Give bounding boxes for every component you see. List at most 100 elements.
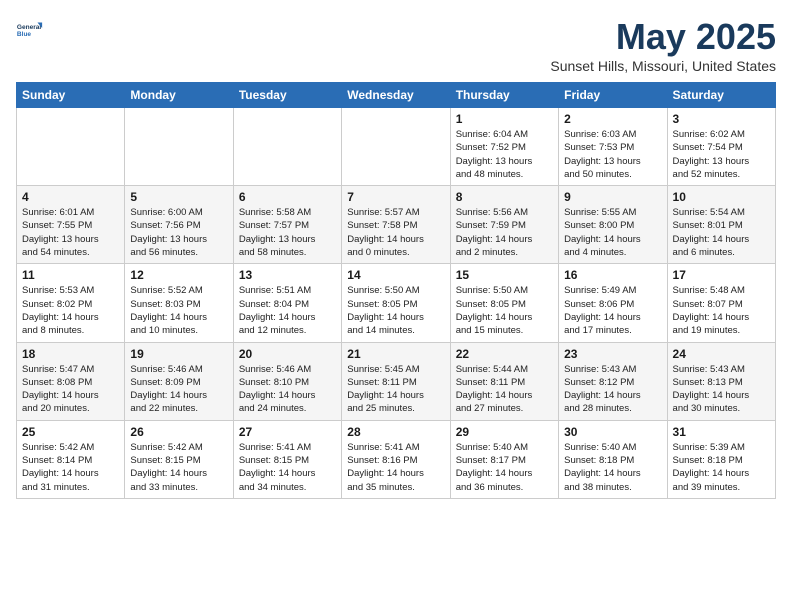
calendar-cell: 22 Sunrise: 5:44 AM Sunset: 8:11 PM Dayli…: [450, 342, 558, 420]
calendar-cell: 23 Sunrise: 5:43 AM Sunset: 8:12 PM Dayli…: [559, 342, 667, 420]
day-number: 14: [347, 268, 444, 282]
day-number: 4: [22, 190, 119, 204]
calendar-cell: [233, 108, 341, 186]
calendar-cell: 4 Sunrise: 6:01 AM Sunset: 7:55 PM Daylig…: [17, 186, 125, 264]
day-number: 19: [130, 347, 227, 361]
day-info: Sunrise: 6:02 AM Sunset: 7:54 PM Dayligh…: [673, 128, 770, 181]
calendar-cell: 27 Sunrise: 5:41 AM Sunset: 8:15 PM Dayli…: [233, 420, 341, 498]
day-info: Sunrise: 5:49 AM Sunset: 8:06 PM Dayligh…: [564, 284, 661, 337]
day-info: Sunrise: 5:40 AM Sunset: 8:17 PM Dayligh…: [456, 441, 553, 494]
calendar-cell: 26 Sunrise: 5:42 AM Sunset: 8:15 PM Dayli…: [125, 420, 233, 498]
day-info: Sunrise: 6:01 AM Sunset: 7:55 PM Dayligh…: [22, 206, 119, 259]
calendar-table: SundayMondayTuesdayWednesdayThursdayFrid…: [16, 82, 776, 499]
day-number: 24: [673, 347, 770, 361]
day-info: Sunrise: 5:57 AM Sunset: 7:58 PM Dayligh…: [347, 206, 444, 259]
calendar-cell: 8Sunrise: 5:56 AM Sunset: 7:59 PM Daylig…: [450, 186, 558, 264]
day-number: 2: [564, 112, 661, 126]
calendar-cell: 2 Sunrise: 6:03 AM Sunset: 7:53 PM Daylig…: [559, 108, 667, 186]
calendar-cell: 30 Sunrise: 5:40 AM Sunset: 8:18 PM Dayli…: [559, 420, 667, 498]
day-number: 7: [347, 190, 444, 204]
day-number: 15: [456, 268, 553, 282]
day-info: Sunrise: 5:54 AM Sunset: 8:01 PM Dayligh…: [673, 206, 770, 259]
calendar-cell: 21 Sunrise: 5:45 AM Sunset: 8:11 PM Dayli…: [342, 342, 450, 420]
day-number: 16: [564, 268, 661, 282]
day-header: Thursday: [450, 83, 558, 108]
day-info: Sunrise: 5:44 AM Sunset: 8:11 PM Dayligh…: [456, 363, 553, 416]
day-number: 18: [22, 347, 119, 361]
day-info: Sunrise: 5:50 AM Sunset: 8:05 PM Dayligh…: [347, 284, 444, 337]
calendar-cell: 6Sunrise: 5:58 AM Sunset: 7:57 PM Daylig…: [233, 186, 341, 264]
calendar-cell: [125, 108, 233, 186]
day-info: Sunrise: 5:42 AM Sunset: 8:15 PM Dayligh…: [130, 441, 227, 494]
day-info: Sunrise: 5:56 AM Sunset: 7:59 PM Dayligh…: [456, 206, 553, 259]
day-number: 21: [347, 347, 444, 361]
day-header: Monday: [125, 83, 233, 108]
day-number: 12: [130, 268, 227, 282]
day-number: 10: [673, 190, 770, 204]
day-info: Sunrise: 5:58 AM Sunset: 7:57 PM Dayligh…: [239, 206, 336, 259]
day-number: 25: [22, 425, 119, 439]
calendar-cell: 17Sunrise: 5:48 AM Sunset: 8:07 PM Dayli…: [667, 264, 775, 342]
calendar-cell: 16 Sunrise: 5:49 AM Sunset: 8:06 PM Dayli…: [559, 264, 667, 342]
title-area: May 2025 Sunset Hills, Missouri, United …: [550, 16, 776, 74]
calendar-cell: 10 Sunrise: 5:54 AM Sunset: 8:01 PM Dayli…: [667, 186, 775, 264]
day-info: Sunrise: 5:39 AM Sunset: 8:18 PM Dayligh…: [673, 441, 770, 494]
day-number: 31: [673, 425, 770, 439]
day-info: Sunrise: 6:04 AM Sunset: 7:52 PM Dayligh…: [456, 128, 553, 181]
logo: GeneralBlue General Blue: [16, 16, 44, 44]
day-number: 11: [22, 268, 119, 282]
day-number: 5: [130, 190, 227, 204]
day-info: Sunrise: 5:46 AM Sunset: 8:10 PM Dayligh…: [239, 363, 336, 416]
day-header: Tuesday: [233, 83, 341, 108]
day-number: 27: [239, 425, 336, 439]
day-number: 28: [347, 425, 444, 439]
day-number: 1: [456, 112, 553, 126]
day-number: 22: [456, 347, 553, 361]
day-number: 29: [456, 425, 553, 439]
calendar-cell: 5 Sunrise: 6:00 AM Sunset: 7:56 PM Daylig…: [125, 186, 233, 264]
header: GeneralBlue General Blue May 2025 Sunset…: [16, 16, 776, 74]
calendar-cell: 13 Sunrise: 5:51 AM Sunset: 8:04 PM Dayli…: [233, 264, 341, 342]
calendar-cell: 20 Sunrise: 5:46 AM Sunset: 8:10 PM Dayli…: [233, 342, 341, 420]
calendar-subtitle: Sunset Hills, Missouri, United States: [550, 58, 776, 74]
day-info: Sunrise: 6:03 AM Sunset: 7:53 PM Dayligh…: [564, 128, 661, 181]
day-info: Sunrise: 5:45 AM Sunset: 8:11 PM Dayligh…: [347, 363, 444, 416]
day-info: Sunrise: 5:43 AM Sunset: 8:12 PM Dayligh…: [564, 363, 661, 416]
day-number: 13: [239, 268, 336, 282]
calendar-cell: 19 Sunrise: 5:46 AM Sunset: 8:09 PM Dayli…: [125, 342, 233, 420]
day-number: 26: [130, 425, 227, 439]
day-info: Sunrise: 5:55 AM Sunset: 8:00 PM Dayligh…: [564, 206, 661, 259]
calendar-cell: 28Sunrise: 5:41 AM Sunset: 8:16 PM Dayli…: [342, 420, 450, 498]
day-info: Sunrise: 5:51 AM Sunset: 8:04 PM Dayligh…: [239, 284, 336, 337]
day-number: 20: [239, 347, 336, 361]
logo-icon: GeneralBlue: [16, 16, 44, 44]
calendar-cell: [17, 108, 125, 186]
calendar-cell: 24Sunrise: 5:43 AM Sunset: 8:13 PM Dayli…: [667, 342, 775, 420]
day-number: 30: [564, 425, 661, 439]
day-number: 3: [673, 112, 770, 126]
calendar-cell: 1 Sunrise: 6:04 AM Sunset: 7:52 PM Daylig…: [450, 108, 558, 186]
day-info: Sunrise: 5:40 AM Sunset: 8:18 PM Dayligh…: [564, 441, 661, 494]
calendar-cell: 31 Sunrise: 5:39 AM Sunset: 8:18 PM Dayli…: [667, 420, 775, 498]
calendar-cell: [342, 108, 450, 186]
day-info: Sunrise: 5:42 AM Sunset: 8:14 PM Dayligh…: [22, 441, 119, 494]
calendar-title: May 2025: [550, 16, 776, 58]
day-info: Sunrise: 5:53 AM Sunset: 8:02 PM Dayligh…: [22, 284, 119, 337]
day-info: Sunrise: 5:48 AM Sunset: 8:07 PM Dayligh…: [673, 284, 770, 337]
day-header: Saturday: [667, 83, 775, 108]
svg-text:Blue: Blue: [17, 31, 31, 38]
calendar-cell: 11 Sunrise: 5:53 AM Sunset: 8:02 PM Dayli…: [17, 264, 125, 342]
calendar-cell: 29 Sunrise: 5:40 AM Sunset: 8:17 PM Dayli…: [450, 420, 558, 498]
day-info: Sunrise: 5:41 AM Sunset: 8:15 PM Dayligh…: [239, 441, 336, 494]
day-info: Sunrise: 6:00 AM Sunset: 7:56 PM Dayligh…: [130, 206, 227, 259]
svg-text:General: General: [17, 24, 41, 31]
calendar-cell: 14 Sunrise: 5:50 AM Sunset: 8:05 PM Dayli…: [342, 264, 450, 342]
calendar-cell: 7 Sunrise: 5:57 AM Sunset: 7:58 PM Daylig…: [342, 186, 450, 264]
day-info: Sunrise: 5:47 AM Sunset: 8:08 PM Dayligh…: [22, 363, 119, 416]
day-number: 23: [564, 347, 661, 361]
calendar-cell: 15Sunrise: 5:50 AM Sunset: 8:05 PM Dayli…: [450, 264, 558, 342]
calendar-cell: 25 Sunrise: 5:42 AM Sunset: 8:14 PM Dayli…: [17, 420, 125, 498]
day-header: Wednesday: [342, 83, 450, 108]
day-info: Sunrise: 5:46 AM Sunset: 8:09 PM Dayligh…: [130, 363, 227, 416]
calendar-cell: 18 Sunrise: 5:47 AM Sunset: 8:08 PM Dayli…: [17, 342, 125, 420]
